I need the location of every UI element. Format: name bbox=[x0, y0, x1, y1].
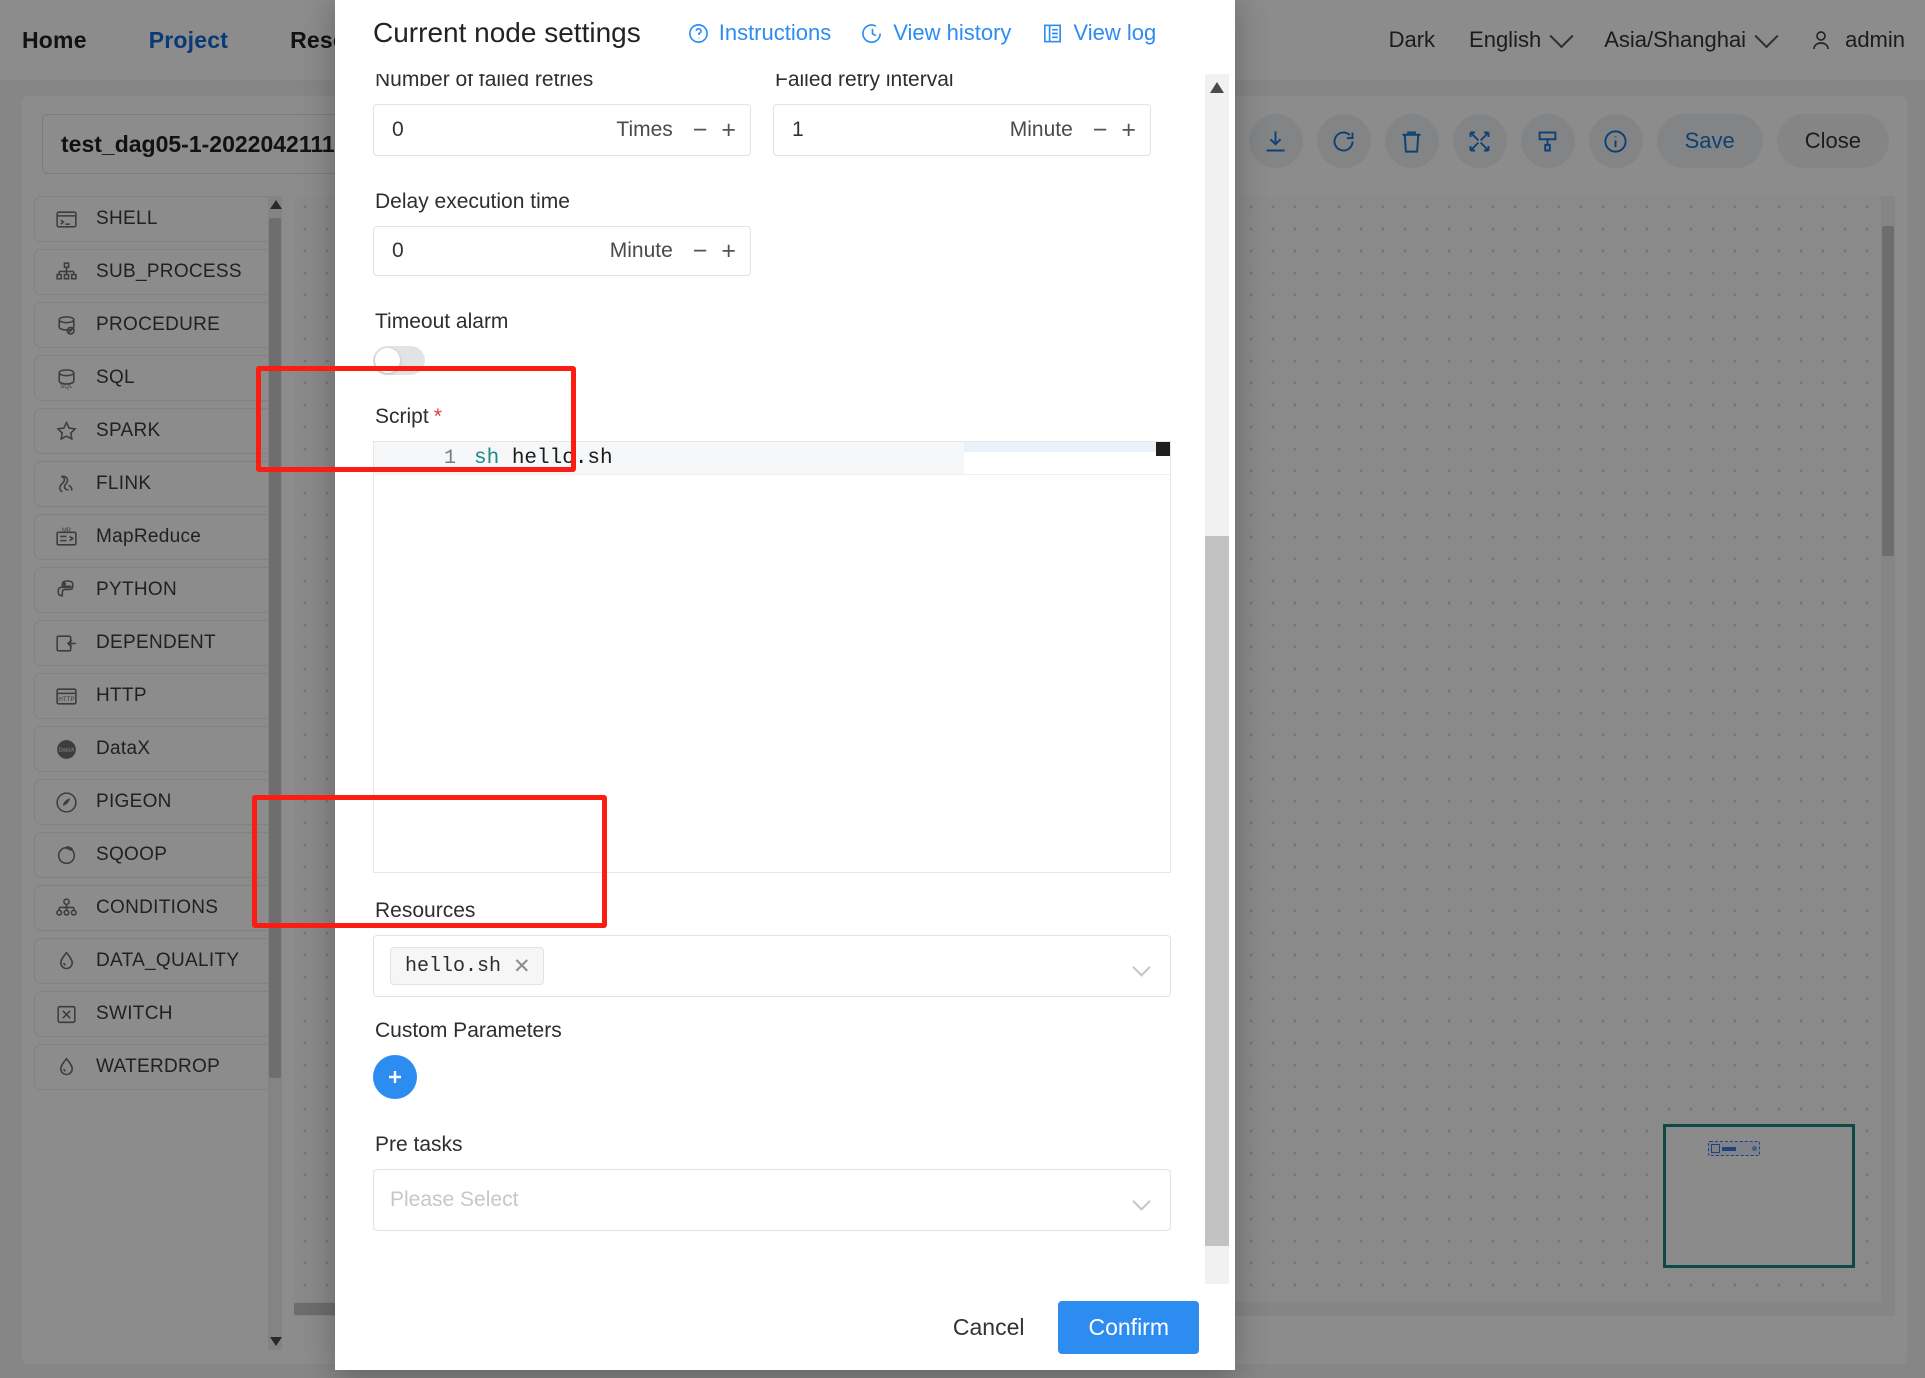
plus-icon bbox=[389, 1071, 401, 1083]
editor-line-divider bbox=[456, 474, 1170, 475]
node-settings-dialog: Current node settings Instructions View … bbox=[335, 0, 1235, 1370]
resource-tag-label: hello.sh bbox=[405, 954, 502, 978]
instructions-link[interactable]: Instructions bbox=[687, 20, 832, 46]
delay-execution-label: Delay execution time bbox=[375, 190, 570, 213]
delay-execution-input[interactable]: 0 Minute − + bbox=[373, 226, 751, 276]
scroll-up-arrow-icon[interactable] bbox=[1210, 82, 1224, 93]
script-rest-token: hello.sh bbox=[499, 446, 613, 470]
dialog-body: Number of failed retries 0 Times − + Fai… bbox=[335, 74, 1235, 1370]
timeout-alarm-group: Timeout alarm bbox=[373, 310, 1171, 375]
retry-interval-input[interactable]: 1 Minute − + bbox=[773, 104, 1151, 156]
confirm-button[interactable]: Confirm bbox=[1058, 1300, 1199, 1354]
dialog-header-links: Instructions View history View log bbox=[687, 20, 1156, 46]
dialog-title: Current node settings bbox=[373, 17, 641, 48]
custom-parameters-label: Custom Parameters bbox=[375, 1019, 562, 1042]
instructions-link-label: Instructions bbox=[718, 20, 832, 45]
retry-interval-label: Failed retry interval bbox=[775, 74, 954, 91]
retry-settings-row: Number of failed retries 0 Times − + Fai… bbox=[373, 74, 1171, 156]
switch-knob bbox=[375, 348, 400, 373]
timeout-alarm-label: Timeout alarm bbox=[375, 310, 509, 333]
dialog-header: Current node settings Instructions View … bbox=[335, 0, 1235, 74]
retry-interval-unit: Minute bbox=[1009, 118, 1073, 141]
failed-retries-label: Number of failed retries bbox=[375, 74, 594, 91]
stepper-plus[interactable]: + bbox=[721, 116, 736, 145]
editor-line-number: 1 bbox=[443, 446, 456, 470]
editor-line-1[interactable]: 1 sh hello.sh bbox=[374, 442, 964, 475]
script-code-editor[interactable]: 1 sh hello.sh bbox=[373, 441, 1171, 873]
dialog-scroll-content: Number of failed retries 0 Times − + Fai… bbox=[335, 74, 1201, 1310]
dialog-scroll-thumb[interactable] bbox=[1205, 536, 1229, 1246]
add-custom-parameter-button[interactable] bbox=[373, 1055, 417, 1099]
chevron-down-icon bbox=[1134, 1195, 1154, 1206]
view-log-link-label: View log bbox=[1073, 20, 1157, 45]
script-keyword-token: sh bbox=[474, 446, 500, 470]
pre-tasks-group: Pre tasks Please Select bbox=[373, 1133, 1171, 1231]
failed-retries-unit: Times bbox=[616, 118, 673, 141]
stepper-plus[interactable]: + bbox=[1121, 116, 1136, 145]
stepper-plus[interactable]: + bbox=[721, 237, 736, 266]
delay-execution-stepper[interactable]: − + bbox=[693, 237, 736, 266]
clock-icon bbox=[862, 23, 882, 43]
failed-retries-group: Number of failed retries 0 Times − + bbox=[373, 74, 751, 156]
view-history-link-label: View history bbox=[893, 20, 1012, 45]
question-circle-icon bbox=[688, 23, 708, 43]
retry-interval-value: 1 bbox=[792, 118, 804, 141]
required-asterisk: * bbox=[433, 405, 442, 428]
dialog-footer: Cancel Confirm bbox=[335, 1284, 1235, 1370]
resources-group: Resources hello.sh ✕ bbox=[373, 899, 1171, 997]
cancel-button[interactable]: Cancel bbox=[945, 1304, 1033, 1351]
retry-interval-group: Failed retry interval 1 Minute − + bbox=[773, 74, 1151, 156]
resource-tag[interactable]: hello.sh ✕ bbox=[390, 947, 544, 985]
view-history-link[interactable]: View history bbox=[861, 20, 1011, 46]
editor-resize-handle[interactable] bbox=[1156, 442, 1170, 456]
script-label: Script * bbox=[375, 405, 1171, 429]
failed-retries-stepper[interactable]: − + bbox=[693, 116, 736, 145]
script-label-text: Script bbox=[375, 405, 429, 428]
delay-execution-group: Delay execution time 0 Minute − + bbox=[373, 190, 1171, 276]
resources-label: Resources bbox=[375, 899, 476, 922]
dialog-scrollbar[interactable] bbox=[1205, 74, 1229, 1310]
view-log-link[interactable]: View log bbox=[1041, 20, 1156, 46]
pre-tasks-label: Pre tasks bbox=[375, 1133, 463, 1156]
resources-select[interactable]: hello.sh ✕ bbox=[373, 935, 1171, 997]
stepper-minus[interactable]: − bbox=[693, 237, 708, 266]
retry-interval-stepper[interactable]: − + bbox=[1093, 116, 1136, 145]
stepper-minus[interactable]: − bbox=[1093, 116, 1108, 145]
failed-retries-input[interactable]: 0 Times − + bbox=[373, 104, 751, 156]
pre-tasks-placeholder: Please Select bbox=[390, 1188, 519, 1211]
editor-line-content: sh hello.sh bbox=[474, 447, 613, 470]
failed-retries-value: 0 bbox=[392, 118, 404, 141]
chevron-down-icon bbox=[1134, 961, 1154, 972]
log-icon bbox=[1044, 24, 1062, 42]
close-icon[interactable]: ✕ bbox=[513, 954, 531, 979]
script-group: Script * 1 sh hello.sh bbox=[373, 405, 1171, 873]
editor-active-line-highlight bbox=[964, 442, 1156, 452]
custom-parameters-group: Custom Parameters bbox=[373, 1019, 1171, 1099]
delay-execution-value: 0 bbox=[392, 239, 404, 262]
delay-execution-unit: Minute bbox=[609, 239, 673, 262]
timeout-alarm-switch[interactable] bbox=[373, 346, 425, 375]
pre-tasks-select[interactable]: Please Select bbox=[373, 1169, 1171, 1231]
stepper-minus[interactable]: − bbox=[693, 116, 708, 145]
